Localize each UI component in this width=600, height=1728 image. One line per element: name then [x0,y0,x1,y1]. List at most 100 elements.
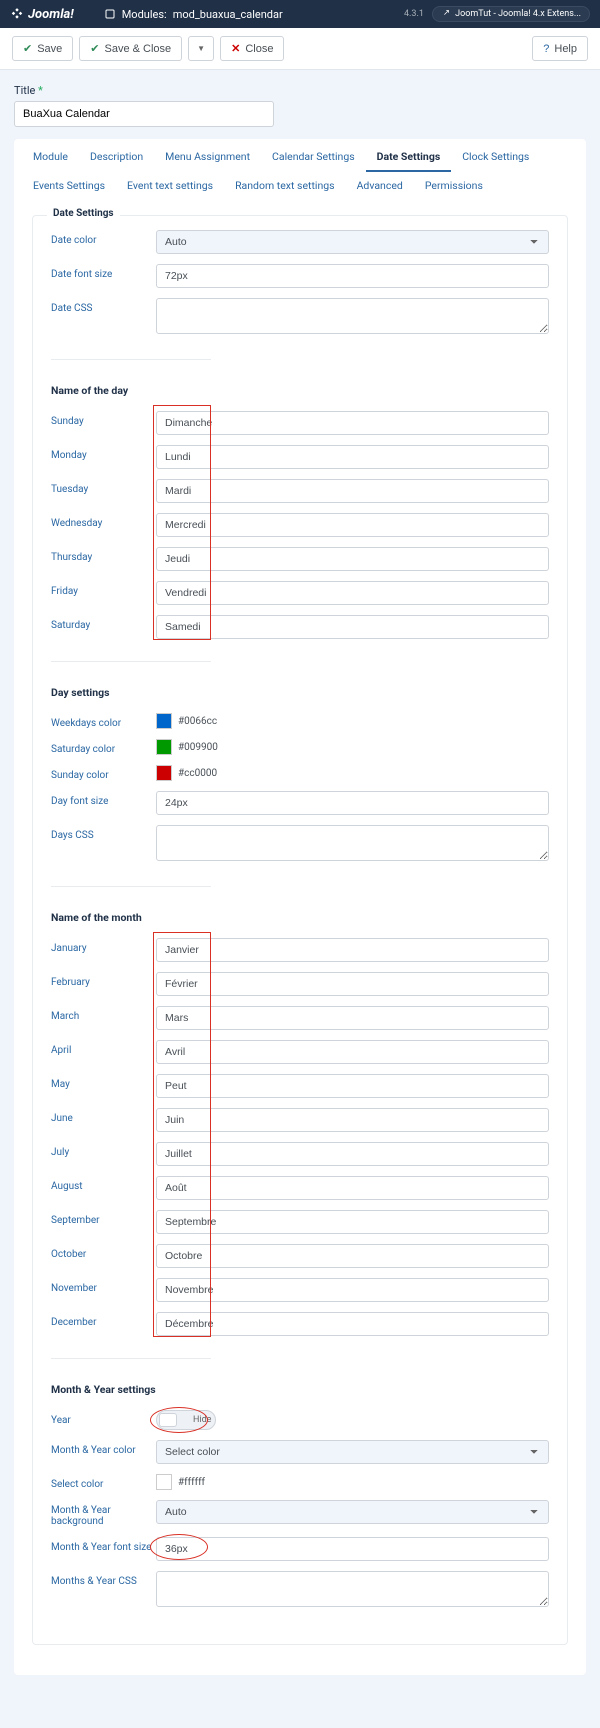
save-icon: ✔ [23,42,32,55]
divider [51,1358,211,1359]
field-label: August [51,1176,156,1192]
day-name-input[interactable] [156,411,549,435]
toggle-knob [159,1413,177,1427]
divider [51,359,211,360]
tab-permissions[interactable]: Permissions [414,172,494,201]
day-name-input[interactable] [156,479,549,503]
joomla-logo[interactable]: Joomla! [10,7,74,22]
tab-events-settings[interactable]: Events Settings [22,172,116,201]
field-label: Date color [51,230,156,246]
field-label: Weekdays color [51,713,156,729]
field-label: Days CSS [51,825,156,841]
field-label: Tuesday [51,479,156,495]
month-name-input[interactable] [156,1074,549,1098]
color-swatch[interactable] [156,765,172,781]
divider [51,661,211,662]
tabs-bar: ModuleDescriptionMenu AssignmentCalendar… [14,139,586,201]
color-swatch[interactable] [156,713,172,729]
field-label: January [51,938,156,954]
day-name-input[interactable] [156,445,549,469]
month-name-input[interactable] [156,1312,549,1336]
tab-menu-assignment[interactable]: Menu Assignment [154,143,261,172]
divider [51,886,211,887]
field-label: Day font size [51,791,156,807]
tab-description[interactable]: Description [79,143,154,172]
save-close-button[interactable]: ✔ Save & Close [79,36,182,61]
help-button[interactable]: ? Help [532,36,588,61]
my-color-select[interactable]: Select color [156,1440,549,1464]
field-label: October [51,1244,156,1260]
field-label: September [51,1210,156,1226]
joomla-version: 4.3.1 [404,9,424,19]
date-css-textarea[interactable] [156,298,549,334]
field-label: June [51,1108,156,1124]
field-label: Wednesday [51,513,156,529]
chevron-down-icon: ▼ [197,44,205,53]
year-toggle[interactable]: Hide [156,1410,216,1430]
field-label: Month & Year background [51,1500,156,1527]
month-name-input[interactable] [156,1210,549,1234]
day-name-input[interactable] [156,615,549,639]
my-css-textarea[interactable] [156,1571,549,1607]
tab-advanced[interactable]: Advanced [346,172,414,201]
date-color-select[interactable]: Auto [156,230,549,254]
field-label: Monday [51,445,156,461]
field-label: November [51,1278,156,1294]
field-label: July [51,1142,156,1158]
save-button[interactable]: ✔ Save [12,36,73,61]
month-name-input[interactable] [156,938,549,962]
month-name-input[interactable] [156,1176,549,1200]
field-label: March [51,1006,156,1022]
field-label: Month & Year color [51,1440,156,1456]
field-label: Months & Year CSS [51,1571,156,1587]
date-font-size-input[interactable] [156,264,549,288]
field-label: Sunday color [51,765,156,781]
field-label: May [51,1074,156,1090]
tab-event-text-settings[interactable]: Event text settings [116,172,224,201]
site-badge[interactable]: JoomTut - Joomla! 4.x Extens... [432,6,590,22]
field-label: Saturday [51,615,156,631]
tab-random-text-settings[interactable]: Random text settings [224,172,345,201]
field-label: Month & Year font size [51,1537,156,1553]
field-label: Select color [51,1474,156,1490]
fieldset-legend: Date Settings [47,208,120,219]
main-panel: ModuleDescriptionMenu AssignmentCalendar… [14,139,586,1675]
close-icon: ✕ [231,42,240,55]
month-name-input[interactable] [156,1108,549,1132]
my-bg-select[interactable]: Auto [156,1500,549,1524]
field-label: February [51,972,156,988]
title-label: Title * [14,84,586,97]
color-swatch[interactable] [156,1474,172,1490]
month-name-input[interactable] [156,1278,549,1302]
month-name-input[interactable] [156,1006,549,1030]
days-css-textarea[interactable] [156,825,549,861]
month-name-input[interactable] [156,1040,549,1064]
field-label: Thursday [51,547,156,563]
field-label: December [51,1312,156,1328]
day-name-input[interactable] [156,581,549,605]
section-heading: Name of the month [51,911,549,924]
field-label: Saturday color [51,739,156,755]
tab-clock-settings[interactable]: Clock Settings [451,143,540,172]
day-name-input[interactable] [156,513,549,537]
tab-date-settings[interactable]: Date Settings [366,143,452,172]
module-breadcrumb: Modules: mod_buaxua_calendar [104,8,283,21]
save-dropdown-button[interactable]: ▼ [188,36,214,61]
my-font-size-input[interactable] [156,1537,549,1561]
day-name-input[interactable] [156,547,549,571]
field-label: Sunday [51,411,156,427]
month-name-input[interactable] [156,1142,549,1166]
title-input[interactable] [14,101,274,127]
tab-module[interactable]: Module [22,143,79,172]
brand-text: Joomla! [28,7,74,22]
month-name-input[interactable] [156,972,549,996]
field-label: Date CSS [51,298,156,314]
month-name-input[interactable] [156,1244,549,1268]
date-settings-fieldset: Date Settings Date color Auto Date font … [32,215,568,1645]
day-font-size-input[interactable] [156,791,549,815]
close-button[interactable]: ✕ Close [220,36,284,61]
help-icon: ? [543,43,549,55]
tab-calendar-settings[interactable]: Calendar Settings [261,143,366,172]
color-swatch[interactable] [156,739,172,755]
field-label: Year [51,1410,156,1426]
